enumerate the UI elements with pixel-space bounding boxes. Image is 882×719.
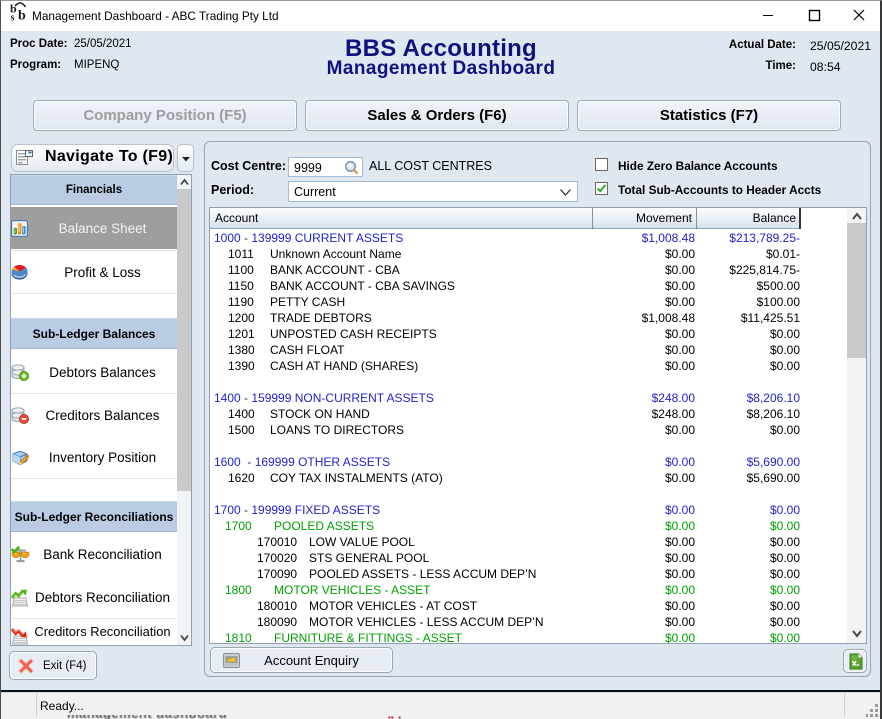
svg-text:s: s: [11, 13, 15, 22]
svg-text:b: b: [18, 9, 26, 22]
